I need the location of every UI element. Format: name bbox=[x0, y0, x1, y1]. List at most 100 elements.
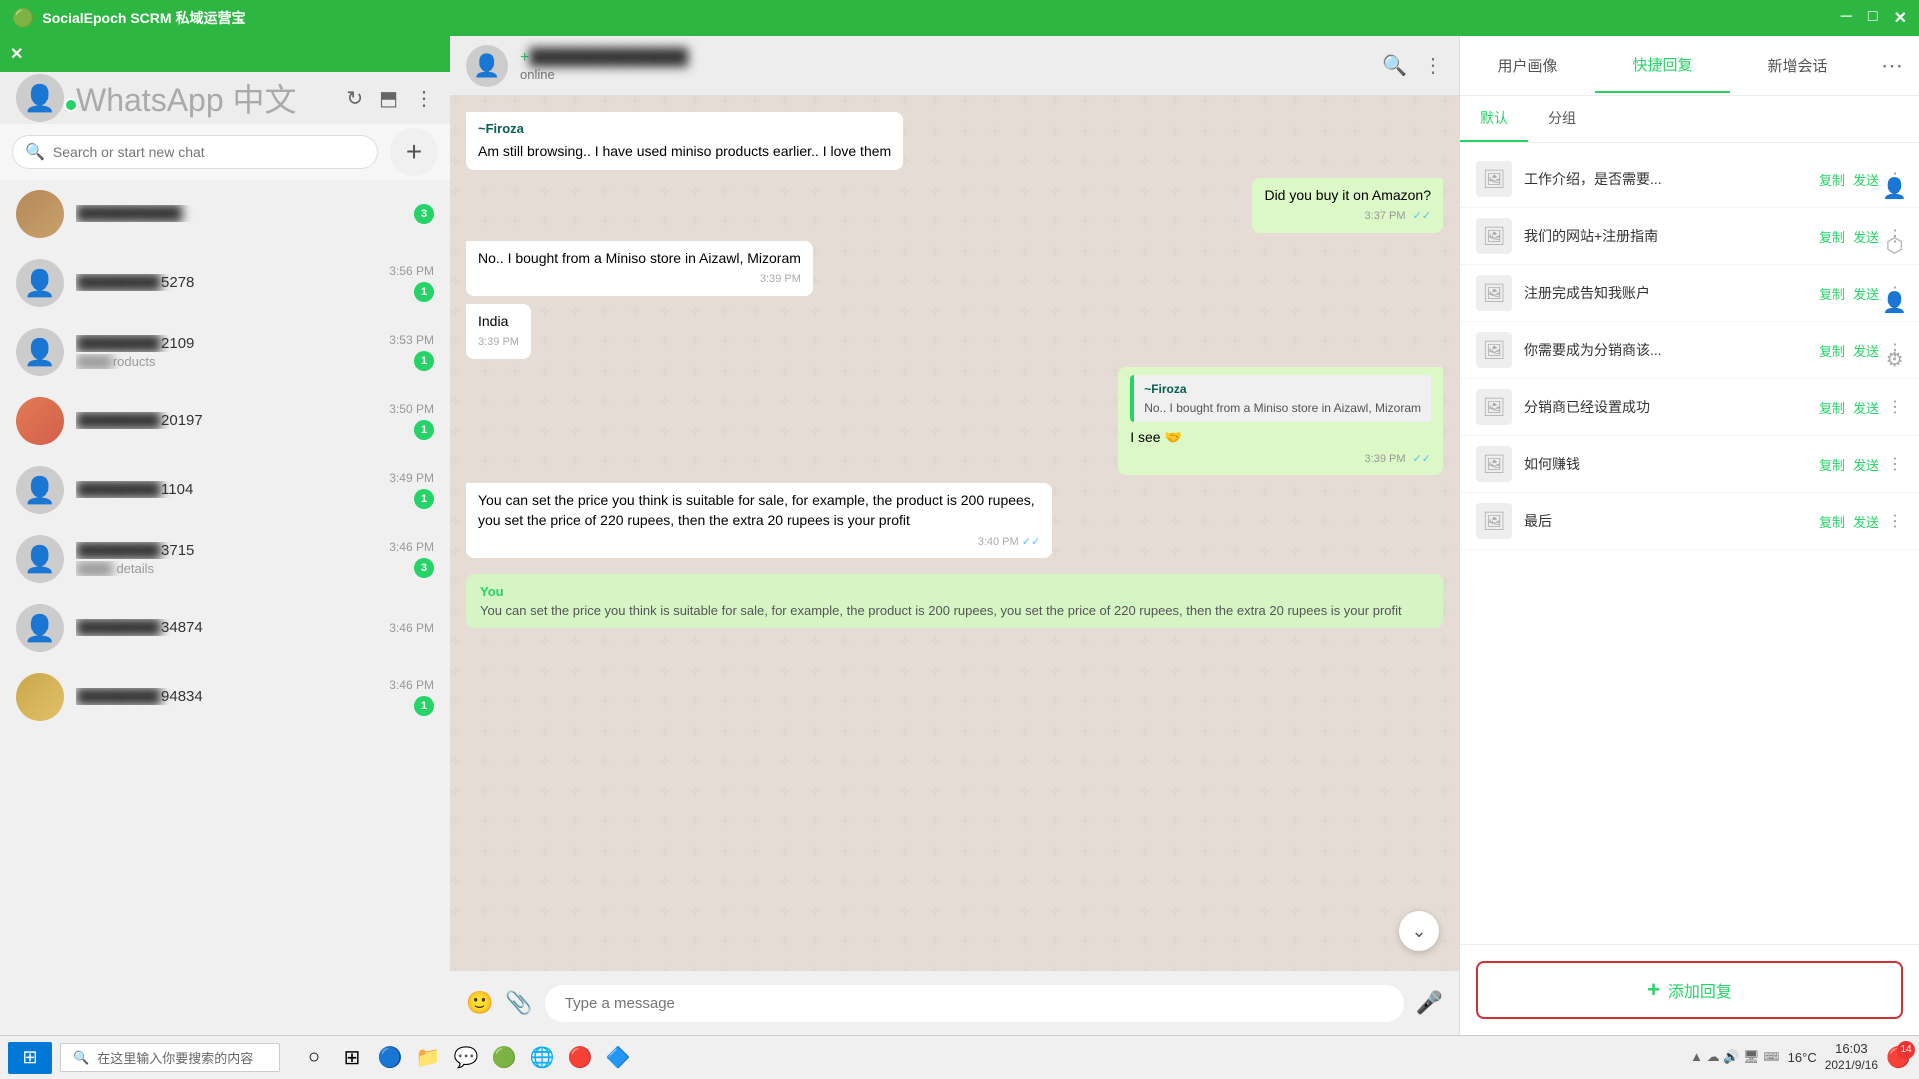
chat-preview: ████roducts bbox=[76, 354, 377, 369]
quick-reply-item[interactable]: 🖼 你需要成为分销商该... 复制 发送 ⋮ bbox=[1460, 322, 1919, 379]
message: No.. I bought from a Miniso store in Aiz… bbox=[466, 241, 813, 296]
copy-button[interactable]: 复制 bbox=[1819, 227, 1845, 246]
quick-reply-item[interactable]: 🖼 如何赚钱 复制 发送 ⋮ bbox=[1460, 436, 1919, 493]
taskbar-apps[interactable]: ○ ⊞ 🔵 📁 💬 🟢 🌐 🔴 🔷 bbox=[296, 1040, 636, 1076]
copy-button[interactable]: 复制 bbox=[1819, 512, 1845, 531]
taskbar-app-wechat[interactable]: 💬 bbox=[448, 1040, 484, 1076]
taskbar-search-icon: 🔍 bbox=[73, 1050, 89, 1066]
minimize-button[interactable]: ─ bbox=[1841, 8, 1852, 28]
maximize-button[interactable]: □ bbox=[1868, 8, 1878, 28]
messages-container: ~Firoza Am still browsing.. I have used … bbox=[450, 96, 1459, 971]
search-box[interactable]: 🔍 bbox=[12, 135, 378, 169]
broadcast-icon[interactable]: ⬒ bbox=[379, 86, 398, 111]
list-item[interactable]: 👤 ████████3715 ████ details 3:46 PM 3 bbox=[0, 525, 450, 594]
modules-icon[interactable]: ⬡ bbox=[1886, 233, 1903, 258]
sidebar-close-icon[interactable]: ✕ bbox=[10, 44, 23, 64]
message-text: Am still browsing.. I have used miniso p… bbox=[478, 142, 891, 162]
send-button[interactable]: 发送 bbox=[1853, 284, 1879, 303]
copy-button[interactable]: 复制 bbox=[1819, 398, 1845, 417]
list-item[interactable]: 👤 ████████5278 3:56 PM 1 bbox=[0, 249, 450, 318]
avatar bbox=[16, 190, 64, 238]
settings-icon[interactable]: ⚙ bbox=[1886, 347, 1904, 372]
chat-info: ████████5278 bbox=[76, 274, 377, 293]
list-item[interactable]: ████████94834 3:46 PM 1 bbox=[0, 663, 450, 732]
send-button[interactable]: 发送 bbox=[1853, 227, 1879, 246]
self-avatar[interactable]: 👤 bbox=[16, 74, 64, 122]
search-input[interactable] bbox=[53, 144, 365, 160]
send-button[interactable]: 发送 bbox=[1853, 455, 1879, 474]
quick-reply-item[interactable]: 🖼 注册完成告知我账户 复制 发送 ⋮ bbox=[1460, 265, 1919, 322]
list-item[interactable]: 👤 ████████1104 3:49 PM 1 bbox=[0, 456, 450, 525]
send-button[interactable]: 发送 bbox=[1853, 170, 1879, 189]
unread-badge: 1 bbox=[414, 420, 434, 440]
scroll-down-button[interactable]: ⌄ bbox=[1399, 911, 1439, 951]
taskbar-app-grid[interactable]: ⊞ bbox=[334, 1040, 370, 1076]
taskbar-app-blue[interactable]: 🔵 bbox=[372, 1040, 408, 1076]
clock: 16:03 2021/9/16 bbox=[1825, 1041, 1878, 1073]
copy-button[interactable]: 复制 bbox=[1819, 284, 1845, 303]
quick-reply-thumbnail: 🖼 bbox=[1476, 161, 1512, 197]
taskbar-app-edge[interactable]: 🌐 bbox=[524, 1040, 560, 1076]
chat-name: ████████3715 bbox=[76, 542, 377, 559]
chat-info: ████████34874 bbox=[76, 619, 377, 638]
right-panel: 用户画像 快捷回复 新增会话 ⋯ 默认 分组 👤 ⬡ 👤 ⚙ bbox=[1459, 36, 1919, 1035]
unread-badge: 1 bbox=[414, 489, 434, 509]
taskbar-app-circle[interactable]: ○ bbox=[296, 1040, 332, 1076]
taskbar-search[interactable]: 🔍 在这里输入你要搜索的内容 bbox=[60, 1043, 280, 1072]
quick-reply-item[interactable]: 🖼 工作介绍，是否需要... 复制 发送 ⋮ bbox=[1460, 151, 1919, 208]
message-time: 3:39 PM bbox=[478, 272, 801, 287]
new-chat-button[interactable]: + bbox=[390, 128, 438, 176]
chat-header-actions[interactable]: 🔍 ⋮ bbox=[1382, 53, 1443, 78]
start-button[interactable]: ⊞ bbox=[8, 1042, 52, 1074]
item-more-button[interactable]: ⋮ bbox=[1887, 454, 1903, 474]
item-more-button[interactable]: ⋮ bbox=[1887, 397, 1903, 417]
voice-button[interactable]: 🎤 bbox=[1416, 990, 1443, 1016]
taskbar-app-green[interactable]: 🟢 bbox=[486, 1040, 522, 1076]
quick-reply-list: 🖼 工作介绍，是否需要... 复制 发送 ⋮ 🖼 我们的网站+注册指南 复制 发… bbox=[1460, 143, 1919, 944]
list-item[interactable]: 👤 ████████2109 ████roducts 3:53 PM 1 bbox=[0, 318, 450, 387]
send-button[interactable]: 发送 bbox=[1853, 512, 1879, 531]
copy-button[interactable]: 复制 bbox=[1819, 170, 1845, 189]
taskbar-app-arrow[interactable]: 🔷 bbox=[600, 1040, 636, 1076]
more-options-icon[interactable]: ⋮ bbox=[414, 86, 434, 111]
send-button[interactable]: 发送 bbox=[1853, 341, 1879, 360]
close-button[interactable]: ✕ bbox=[1894, 8, 1907, 28]
toolbar-icons[interactable]: ↻ ⬒ ⋮ bbox=[346, 86, 434, 111]
copy-button[interactable]: 复制 bbox=[1819, 341, 1845, 360]
chat-time: 3:49 PM bbox=[389, 471, 434, 485]
copy-button[interactable]: 复制 bbox=[1819, 455, 1845, 474]
list-item[interactable]: ████████20197 3:50 PM 1 bbox=[0, 387, 450, 456]
message-input[interactable] bbox=[545, 985, 1404, 1022]
chat-name: ████████20197 bbox=[76, 412, 377, 429]
item-more-button[interactable]: ⋮ bbox=[1887, 511, 1903, 531]
list-item[interactable]: ██████████ 3 bbox=[0, 180, 450, 249]
refresh-icon[interactable]: ↻ bbox=[346, 86, 363, 111]
quick-reply-item[interactable]: 🖼 我们的网站+注册指南 复制 发送 ⋮ bbox=[1460, 208, 1919, 265]
chat-more-icon[interactable]: ⋮ bbox=[1423, 53, 1443, 78]
contacts-icon[interactable]: 👤 bbox=[1882, 290, 1907, 315]
chat-name: ████████5278 bbox=[76, 274, 377, 291]
quick-reply-item[interactable]: 🖼 最后 复制 发送 ⋮ bbox=[1460, 493, 1919, 550]
list-item[interactable]: 👤 ████████34874 3:46 PM bbox=[0, 594, 450, 663]
add-reply-button[interactable]: + 添加回复 bbox=[1476, 961, 1903, 1019]
contact-name: +██████████████ bbox=[520, 49, 1370, 67]
emoji-button[interactable]: 🙂 bbox=[466, 990, 493, 1016]
search-chat-icon[interactable]: 🔍 bbox=[1382, 53, 1407, 78]
message-text: India bbox=[478, 312, 519, 332]
quick-reply-item[interactable]: 🖼 分销商已经设置成功 复制 发送 ⋮ bbox=[1460, 379, 1919, 436]
attach-button[interactable]: 📎 bbox=[505, 990, 532, 1016]
subtab-group[interactable]: 分组 bbox=[1528, 96, 1596, 142]
subtab-default[interactable]: 默认 bbox=[1460, 96, 1528, 142]
taskbar-app-chrome[interactable]: 🔴 bbox=[562, 1040, 598, 1076]
avatar bbox=[16, 673, 64, 721]
chat-time: 3:56 PM bbox=[389, 264, 434, 278]
user-profile-icon[interactable]: 👤 bbox=[1882, 176, 1907, 201]
title-bar-controls[interactable]: ─ □ ✕ bbox=[1841, 8, 1907, 28]
tab-new-conversation[interactable]: 新增会话 bbox=[1730, 39, 1865, 92]
send-button[interactable]: 发送 bbox=[1853, 398, 1879, 417]
tab-user-portrait[interactable]: 用户画像 bbox=[1460, 39, 1595, 92]
tab-quick-reply[interactable]: 快捷回复 bbox=[1595, 38, 1730, 93]
more-options-button[interactable]: ⋯ bbox=[1865, 53, 1919, 79]
taskbar-app-folder[interactable]: 📁 bbox=[410, 1040, 446, 1076]
chat-meta: 3:50 PM 1 bbox=[389, 402, 434, 440]
